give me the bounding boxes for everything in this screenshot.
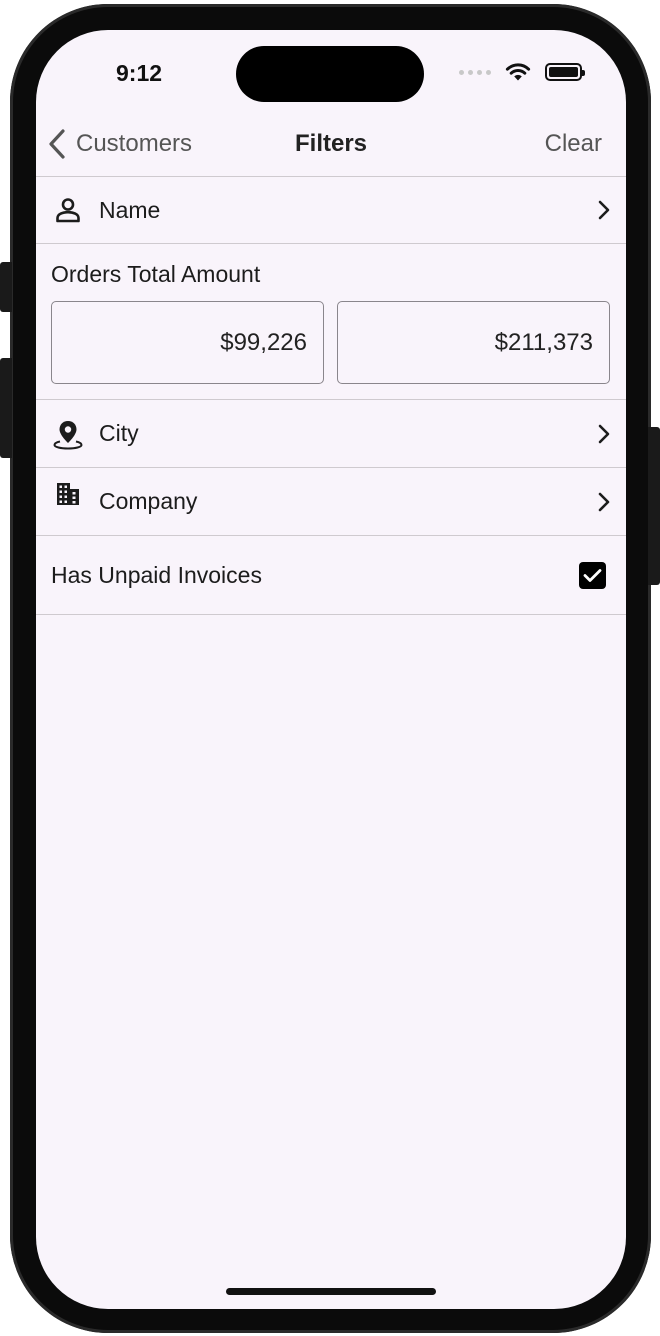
filter-row-city[interactable]: City: [36, 399, 626, 467]
chevron-right-icon: [598, 492, 610, 512]
filter-row-company[interactable]: Company: [36, 467, 626, 535]
chevron-right-icon: [598, 424, 610, 444]
min-amount-input[interactable]: [51, 301, 324, 384]
unpaid-invoices-checkbox[interactable]: [579, 562, 606, 589]
power-button: [648, 427, 660, 585]
back-label: Customers: [76, 130, 193, 157]
divider: [36, 614, 626, 615]
max-amount-input[interactable]: [337, 301, 610, 384]
orders-total-amount-label: Orders Total Amount: [51, 261, 261, 287]
filter-label-city: City: [99, 420, 139, 446]
filter-label-name: Name: [99, 196, 161, 223]
filter-label-company: Company: [99, 488, 198, 514]
checkmark-icon: [583, 569, 602, 582]
screen: 9:12 Customers Filters Clear Name Orders…: [36, 30, 626, 1309]
silent-switch: [0, 262, 12, 312]
battery-icon: [545, 63, 585, 81]
status-icons: [459, 62, 585, 82]
building-icon: [52, 478, 84, 510]
map-pin-icon: [52, 418, 84, 450]
orders-total-amount-section: Orders Total Amount: [36, 243, 626, 399]
home-indicator[interactable]: [226, 1288, 436, 1295]
filter-row-name[interactable]: Name: [36, 176, 626, 243]
cellular-signal-icon: [459, 69, 491, 75]
chevron-right-icon: [598, 200, 610, 220]
wifi-icon: [505, 63, 531, 81]
dynamic-island: [236, 46, 424, 102]
back-button[interactable]: Customers: [48, 126, 192, 162]
clear-button[interactable]: Clear: [545, 130, 602, 158]
status-time: 9:12: [116, 60, 163, 86]
navigation-bar: Customers Filters Clear: [36, 126, 626, 176]
filter-row-unpaid-invoices[interactable]: Has Unpaid Invoices: [36, 535, 626, 615]
person-icon: [52, 194, 84, 226]
volume-button: [0, 358, 12, 458]
chevron-left-icon: [49, 129, 65, 159]
filter-label-unpaid-invoices: Has Unpaid Invoices: [51, 562, 262, 588]
